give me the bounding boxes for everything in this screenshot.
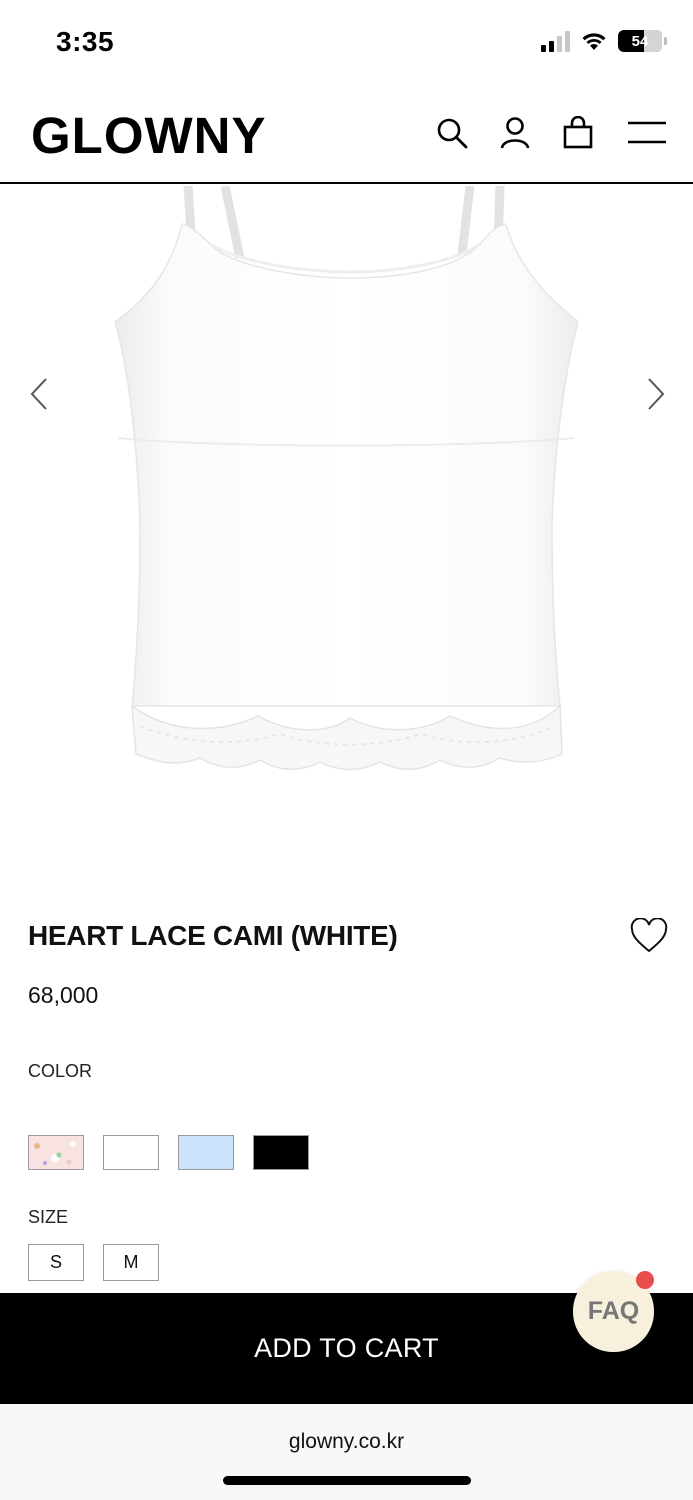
product-gallery[interactable] — [0, 186, 693, 876]
color-swatch-white[interactable] — [103, 1135, 159, 1170]
status-bar: 3:35 54 — [0, 0, 693, 86]
chevron-right-icon[interactable] — [641, 374, 671, 414]
color-swatch-blue[interactable] — [178, 1135, 234, 1170]
product-image — [114, 186, 579, 771]
product-price: 68,000 — [28, 982, 99, 1008]
battery-level: 54 — [631, 32, 649, 50]
color-label: COLOR — [28, 1061, 93, 1081]
home-indicator[interactable] — [223, 1476, 471, 1485]
size-label: SIZE — [28, 1207, 69, 1227]
wifi-icon — [582, 33, 606, 50]
menu-icon[interactable] — [626, 113, 668, 153]
product-page: 3:35 54 GLOWNY HEART LACE CAMI (WHITE) 6… — [0, 0, 693, 1500]
status-icons: 54 — [541, 30, 667, 52]
browser-url[interactable]: glowny.co.kr — [0, 1430, 693, 1454]
notification-dot — [636, 1271, 654, 1289]
product-title: HEART LACE CAMI (WHITE) — [28, 920, 398, 951]
signal-icon — [541, 30, 570, 52]
faq-label: FAQ — [587, 1297, 640, 1325]
search-icon[interactable] — [432, 113, 472, 153]
battery-icon: 54 — [618, 30, 662, 52]
size-options: S M — [28, 1244, 159, 1281]
faq-button[interactable]: FAQ — [573, 1271, 654, 1352]
add-to-cart-label: ADD TO CART — [254, 1333, 439, 1363]
color-options — [28, 1135, 309, 1170]
size-option-m[interactable]: M — [103, 1244, 159, 1281]
shopping-bag-icon[interactable] — [558, 113, 598, 153]
battery-tip — [664, 37, 667, 45]
chevron-left-icon[interactable] — [24, 374, 54, 414]
site-header: GLOWNY — [0, 86, 693, 184]
heart-icon[interactable] — [630, 917, 670, 958]
color-swatch-floral[interactable] — [28, 1135, 84, 1170]
browser-address-bar[interactable]: glowny.co.kr — [0, 1404, 693, 1500]
size-option-s[interactable]: S — [28, 1244, 84, 1281]
brand-logo[interactable]: GLOWNY — [31, 106, 266, 165]
account-icon[interactable] — [495, 113, 535, 153]
status-time: 3:35 — [56, 26, 115, 57]
color-swatch-black[interactable] — [253, 1135, 309, 1170]
